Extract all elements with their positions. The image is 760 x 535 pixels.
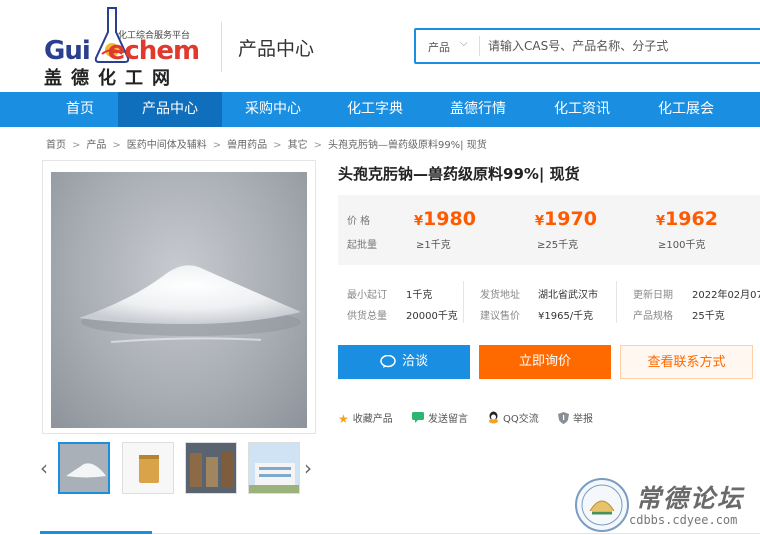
site-header: 化工综合服务平台 Gui echem 盖德化工网 产品中心 产品 ⌵ (0, 0, 760, 92)
warehouse-thumb-icon (186, 443, 236, 493)
suggest-price-label: 建议售价 (480, 311, 520, 322)
ship-value: 湖北省武汉市 (538, 290, 598, 301)
thumbnail-3[interactable] (185, 442, 237, 494)
moq-tier-2: ≥25千克 (537, 240, 579, 251)
nav-item-news[interactable]: 化工资讯 (530, 92, 634, 127)
spec-table: 最小起订 1千克 供货总量 20000千克 发货地址 湖北省武汉市 建议售价 ¥… (338, 277, 760, 333)
price-tier-1: ¥1980 (414, 208, 476, 230)
favorite-action[interactable]: ★ 收藏产品 (338, 410, 393, 426)
tab-active-indicator (40, 531, 152, 534)
inquiry-button[interactable]: 立即询价 (479, 345, 611, 379)
logo-word-b: echem (107, 36, 200, 66)
watermark-url: cdbbs.cdyee.com (629, 513, 738, 527)
moq-tier-3: ≥100千克 (658, 240, 706, 251)
main-nav: 首页 产品中心 采购中心 化工字典 盖德行情 化工资讯 化工展会 (0, 92, 760, 127)
nav-item-purchasing[interactable]: 采购中心 (222, 92, 324, 127)
nav-item-dictionary[interactable]: 化工字典 (324, 92, 426, 127)
supply-label: 供货总量 (347, 311, 387, 322)
spec-divider (616, 281, 617, 323)
powder-pile-image (79, 265, 301, 343)
spec-divider (463, 281, 464, 323)
view-contact-button[interactable]: 查看联系方式 (620, 345, 753, 379)
message-action[interactable]: 发送留言 (412, 410, 468, 426)
price-tier-2: ¥1970 (535, 208, 597, 230)
spec-value: 25千克 (692, 311, 725, 322)
nav-item-expo[interactable]: 化工展会 (634, 92, 738, 127)
watermark-title: 常德论坛 (636, 484, 745, 513)
drum-thumb-icon (123, 443, 173, 493)
price-label: 价 格 (347, 216, 371, 227)
search-category-label: 产品 (428, 41, 450, 54)
breadcrumb-item[interactable]: 医药中间体及辅料 (127, 136, 207, 151)
min-order-label: 最小起订 (347, 290, 387, 301)
report-action[interactable]: 举报 (558, 410, 593, 427)
breadcrumb: 首页 > 产品 > 医药中间体及辅料 > 兽用药品 > 其它 > 头孢克肟钠—兽药级原料99%| 现… (46, 136, 487, 151)
thumbnail-4[interactable] (248, 442, 300, 494)
breadcrumb-item[interactable]: 产品 (86, 136, 106, 151)
header-divider (221, 22, 222, 72)
forum-seal-icon (575, 478, 629, 532)
breadcrumb-item[interactable]: 兽用药品 (227, 136, 267, 151)
updated-value: 2022年02月07 (692, 290, 760, 301)
logo-word-a: Gui (44, 36, 91, 66)
min-order-value: 1千克 (406, 290, 433, 301)
suggest-price-value: ¥1965/千克 (538, 311, 594, 322)
search-category-select[interactable]: 产品 ⌵ (416, 30, 478, 62)
nav-item-products[interactable]: 产品中心 (118, 92, 222, 127)
product-main-image[interactable] (51, 172, 307, 428)
price-panel: 价 格 起批量 ¥1980 ≥1千克 ¥1970 ≥25千克 ¥1962 ≥10… (338, 195, 760, 265)
star-icon: ★ (338, 412, 349, 426)
chat-bubble-icon (380, 354, 396, 368)
breadcrumb-item[interactable]: 首页 (46, 136, 66, 151)
breadcrumb-current: 头孢克肟钠—兽药级原料99%| 现货 (327, 140, 487, 151)
qq-action[interactable]: QQ交流 (488, 410, 539, 427)
nav-item-home[interactable]: 首页 (42, 92, 118, 127)
factory-thumb-icon (249, 443, 299, 493)
moq-tier-1: ≥1千克 (416, 240, 451, 251)
qq-icon (488, 411, 499, 427)
ship-label: 发货地址 (480, 290, 520, 301)
chat-button[interactable]: 洽谈 (338, 345, 470, 379)
chevron-right-icon[interactable]: › (304, 456, 312, 480)
shield-icon (558, 411, 569, 427)
moq-label: 起批量 (347, 240, 377, 251)
powder-thumb-icon (60, 444, 108, 492)
thumbnail-strip: ‹ › (40, 442, 322, 496)
chat-button-label: 洽谈 (401, 354, 428, 369)
thumbnail-1[interactable] (58, 442, 110, 494)
logo-wordmark: Gui echem (44, 36, 200, 66)
thumbnail-2[interactable] (122, 442, 174, 494)
search-divider (479, 36, 480, 56)
product-title: 头孢克肟钠—兽药级原料99%| 现货 (338, 165, 580, 183)
breadcrumb-item[interactable]: 其它 (288, 136, 308, 151)
forum-watermark: 常德论坛 cdbbs.cdyee.com (574, 475, 760, 535)
supply-value: 20000千克 (406, 311, 458, 322)
chevron-down-icon: ⌵ (460, 38, 468, 49)
logo-chinese-name: 盖德化工网 (44, 68, 179, 89)
updated-label: 更新日期 (633, 290, 673, 301)
search-input[interactable] (488, 34, 748, 58)
section-title: 产品中心 (238, 38, 315, 60)
chevron-left-icon[interactable]: ‹ (40, 456, 48, 480)
site-logo[interactable]: 化工综合服务平台 Gui echem 盖德化工网 (44, 6, 214, 89)
spec-label: 产品规格 (633, 311, 673, 322)
message-icon (412, 412, 424, 426)
product-image-frame (42, 160, 316, 434)
search-bar: 产品 ⌵ (414, 28, 760, 64)
price-tier-3: ¥1962 (656, 208, 718, 230)
nav-item-market[interactable]: 盖德行情 (426, 92, 530, 127)
